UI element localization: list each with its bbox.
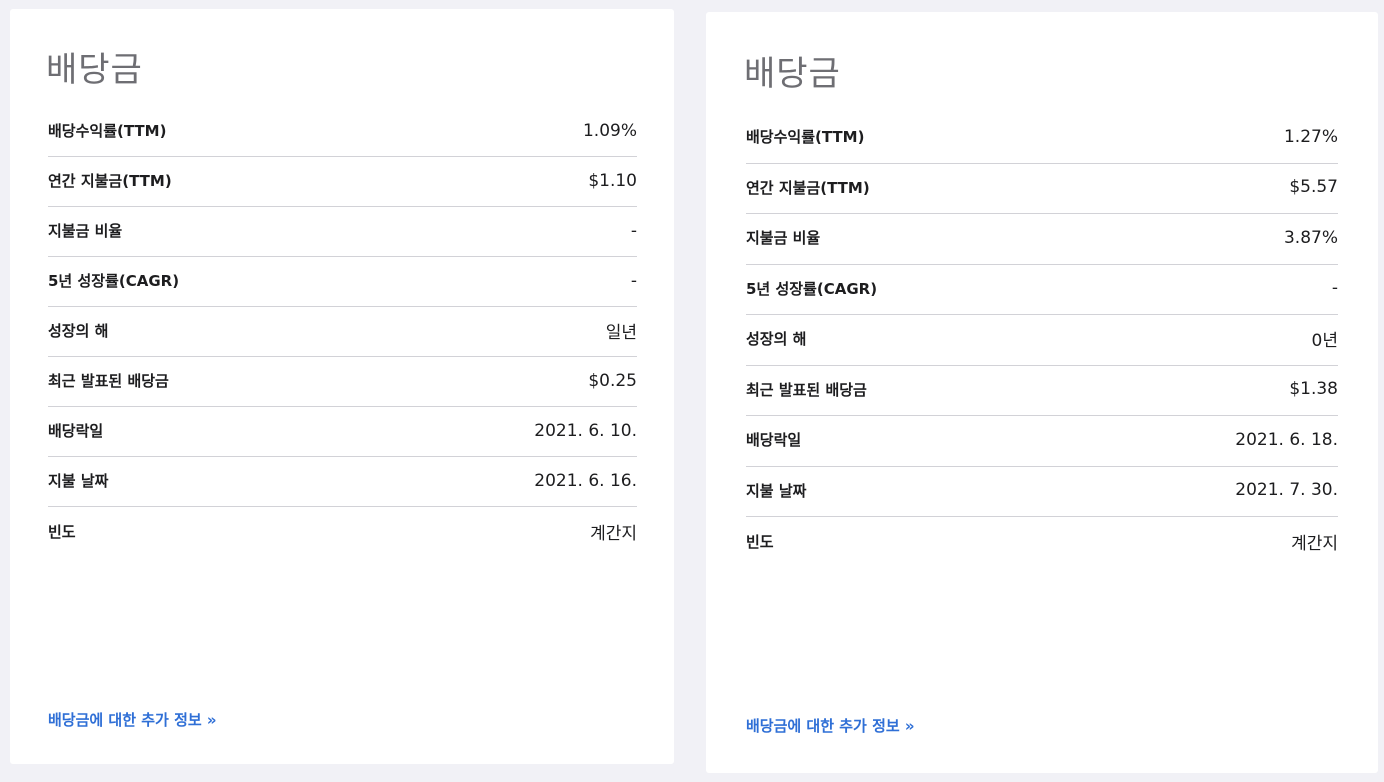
dividend-stats-list: 배당수익률(TTM) 1.09% 연간 지불금(TTM) $1.10 지불금 비… [48,107,637,557]
annual-payout-label: 연간 지불금(TTM) [48,172,172,190]
payment-date-value: 2021. 7. 30. [1235,480,1338,501]
list-item: 5년 성장률(CAGR) - [48,257,637,307]
frequency-label: 빈도 [746,532,774,551]
list-item: 지불금 비율 3.87% [746,214,1338,265]
list-item: 지불 날짜 2021. 6. 16. [48,457,637,507]
payout-ratio-value: 3.87% [1283,227,1338,248]
payment-date-value: 2021. 6. 16. [534,470,637,491]
five-year-growth-value: - [1331,278,1338,299]
five-year-growth-label: 5년 성장률(CAGR) [746,279,878,298]
dividend-more-info-link[interactable]: 배당금에 대한 추가 정보 » [48,709,217,730]
list-item: 빈도 계간지 [746,517,1338,568]
dividend-stats-list: 배당수익률(TTM) 1.27% 연간 지불금(TTM) $5.57 지불금 비… [746,113,1338,568]
ex-dividend-date-label: 배당락일 [746,431,802,450]
latest-dividend-label: 최근 발표된 배당금 [48,372,169,390]
dividend-yield-label: 배당수익률(TTM) [746,128,865,147]
latest-dividend-label: 최근 발표된 배당금 [746,380,867,399]
card-title: 배당금 [744,54,841,94]
annual-payout-value: $1.10 [588,170,637,191]
annual-payout-value: $5.57 [1289,177,1338,198]
dividend-card-right: 배당금 배당수익률(TTM) 1.27% 연간 지불금(TTM) $5.57 지… [706,12,1378,773]
payout-ratio-value: - [630,220,637,241]
list-item: 최근 발표된 배당금 $0.25 [48,357,637,407]
ex-dividend-date-value: 2021. 6. 18. [1235,429,1338,450]
ex-dividend-date-label: 배당락일 [48,422,104,440]
dividend-card-left: 배당금 배당수익률(TTM) 1.09% 연간 지불금(TTM) $1.10 지… [10,9,674,764]
dividend-more-info-link[interactable]: 배당금에 대한 추가 정보 » [746,715,915,736]
payout-ratio-label: 지불금 비율 [746,229,821,248]
frequency-value: 계간지 [1291,533,1338,554]
five-year-growth-value: - [630,270,637,291]
card-title: 배당금 [46,50,143,90]
annual-payout-label: 연간 지불금(TTM) [746,178,870,197]
ex-dividend-date-value: 2021. 6. 10. [534,420,637,441]
payment-date-label: 지불 날짜 [746,481,807,500]
list-item: 배당수익률(TTM) 1.27% [746,113,1338,164]
list-item: 연간 지불금(TTM) $1.10 [48,157,637,207]
list-item: 배당락일 2021. 6. 10. [48,407,637,457]
years-of-growth-value: 0년 [1311,331,1338,352]
dividend-yield-label: 배당수익률(TTM) [48,122,167,140]
dividend-yield-value: 1.09% [582,120,637,141]
years-of-growth-label: 성장의 해 [48,322,109,340]
list-item: 성장의 해 일년 [48,307,637,357]
list-item: 빈도 계간지 [48,507,637,557]
list-item: 배당수익률(TTM) 1.09% [48,107,637,157]
list-item: 배당락일 2021. 6. 18. [746,416,1338,467]
list-item: 지불 날짜 2021. 7. 30. [746,467,1338,517]
payment-date-label: 지불 날짜 [48,472,109,490]
years-of-growth-label: 성장의 해 [746,330,807,349]
list-item: 5년 성장률(CAGR) - [746,265,1338,315]
list-item: 성장의 해 0년 [746,315,1338,366]
latest-dividend-value: $0.25 [588,370,637,391]
list-item: 연간 지불금(TTM) $5.57 [746,164,1338,214]
years-of-growth-value: 일년 [605,323,637,343]
list-item: 지불금 비율 - [48,207,637,257]
dividend-yield-value: 1.27% [1283,126,1338,147]
list-item: 최근 발표된 배당금 $1.38 [746,366,1338,416]
frequency-label: 빈도 [48,522,76,541]
latest-dividend-value: $1.38 [1289,379,1338,400]
five-year-growth-label: 5년 성장률(CAGR) [48,272,180,290]
payout-ratio-label: 지불금 비율 [48,222,123,240]
frequency-value: 계간지 [590,523,637,544]
